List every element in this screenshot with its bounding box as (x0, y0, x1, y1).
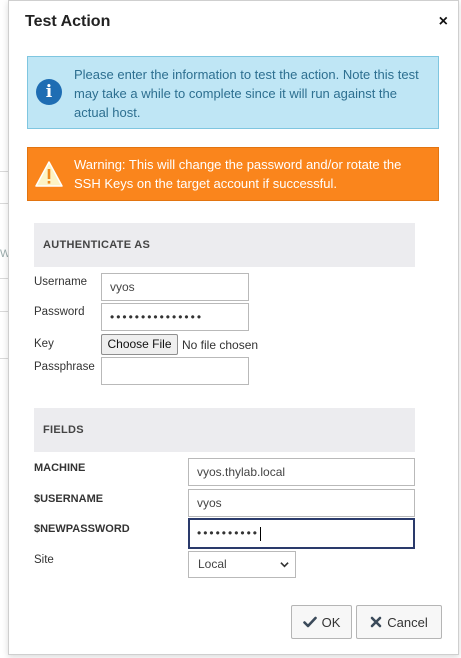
chevron-down-icon (280, 562, 289, 568)
site-label: Site (34, 554, 54, 566)
username-field-input[interactable]: vyos (188, 489, 415, 517)
site-selected-value: Local (198, 557, 227, 571)
cancel-button[interactable]: Cancel (356, 605, 442, 639)
info-alert: i Please enter the information to test t… (27, 56, 439, 129)
passphrase-input[interactable] (101, 357, 249, 385)
username-field-label: $USERNAME (34, 493, 104, 505)
test-action-dialog: Test Action × i Please enter the informa… (8, 0, 459, 655)
backdrop-divider (0, 171, 8, 172)
site-select[interactable]: Local (188, 551, 296, 578)
dialog-title: Test Action (25, 13, 111, 30)
backdrop-divider (0, 358, 8, 359)
username-label: Username (34, 276, 88, 288)
newpassword-mask: •••••••••• (197, 526, 260, 540)
backdrop-divider (0, 278, 8, 279)
cancel-button-label: Cancel (387, 614, 428, 630)
newpassword-label: $NEWPASSWORD (34, 523, 130, 535)
warning-alert: Warning: This will change the password a… (27, 147, 439, 201)
password-label: Password (34, 306, 85, 318)
authenticate-section-heading: AUTHENTICATE AS (34, 223, 415, 267)
choose-file-button[interactable]: Choose File (101, 334, 178, 355)
ok-button[interactable]: OK (291, 605, 352, 639)
username-input[interactable]: vyos (101, 273, 249, 301)
warning-icon (35, 161, 63, 187)
close-icon[interactable]: × (439, 14, 448, 30)
close-x-icon (370, 616, 382, 628)
backdrop-divider (0, 311, 8, 312)
machine-input[interactable]: vyos.thylab.local (188, 458, 415, 486)
info-icon: i (36, 79, 62, 105)
no-file-chosen-text: No file chosen (182, 338, 259, 352)
info-alert-text: Please enter the information to test the… (74, 67, 419, 120)
backdrop-divider (0, 203, 8, 204)
password-input[interactable]: ••••••••••••••• (101, 303, 249, 331)
newpassword-input[interactable]: •••••••••• (188, 518, 415, 549)
machine-label: MACHINE (34, 462, 86, 474)
key-label: Key (34, 338, 54, 350)
fields-section-heading: FIELDS (34, 408, 415, 452)
text-cursor (260, 526, 262, 541)
checkmark-icon (302, 616, 317, 628)
passphrase-label: Passphrase (34, 361, 95, 373)
warning-alert-text: Warning: This will change the password a… (74, 157, 402, 191)
ok-button-label: OK (321, 614, 341, 630)
